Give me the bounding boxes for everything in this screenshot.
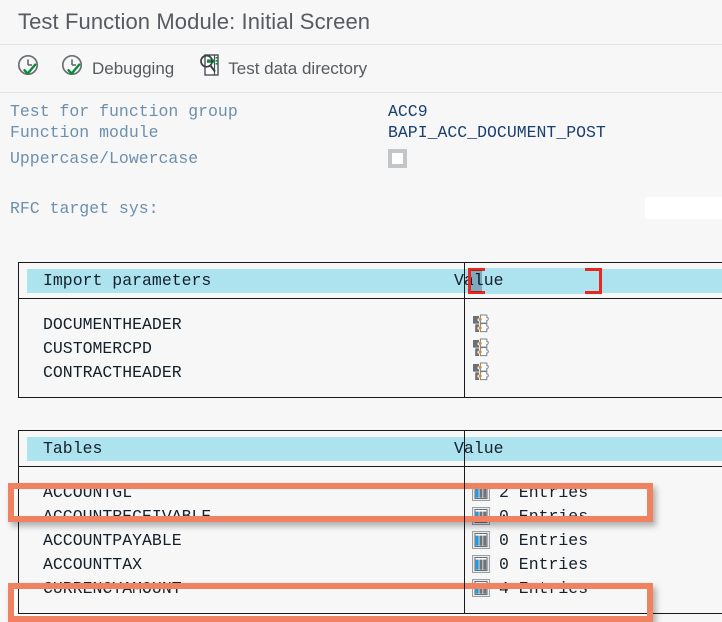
tables-header-name: Tables: [27, 436, 446, 461]
uppercase-lowercase-checkbox[interactable]: [388, 148, 407, 168]
execute-debug-icon: [60, 53, 86, 84]
table-value[interactable]: 0 Entries: [464, 555, 722, 574]
table-row[interactable]: ACCOUNTPAYABLE 0 Entries: [19, 528, 722, 552]
structure-puzzle-icon: [473, 338, 489, 357]
parameter-name: CONTRACTHEADER: [43, 362, 182, 382]
column-divider: [464, 263, 465, 298]
debugging-label: Debugging: [92, 58, 175, 78]
parameter-value[interactable]: [464, 338, 722, 358]
page-title: Test Function Module: Initial Screen: [18, 9, 371, 34]
structure-puzzle-icon: [473, 362, 489, 381]
debugging-button[interactable]: Debugging: [60, 45, 174, 92]
import-parameters-table: Import parameters Value DOCUMENTHEADER: [18, 262, 722, 398]
execute-button[interactable]: [16, 45, 48, 92]
execute-icon: [16, 53, 42, 84]
form-row-rfc-target: RFC target sys:: [10, 193, 722, 223]
function-group-label: Test for function group: [10, 102, 238, 121]
table-row[interactable]: CONTRACTHEADER: [19, 360, 722, 384]
form-spacer: [10, 173, 722, 193]
test-data-directory-button[interactable]: Test data directory: [196, 45, 367, 92]
table-value[interactable]: 4 Entries: [464, 579, 722, 598]
table-name: CURRENCYAMOUNT: [43, 578, 182, 598]
form-row-uppercase-lowercase: Uppercase/Lowercase: [10, 143, 722, 173]
test-data-directory-label: Test data directory: [228, 58, 368, 78]
function-module-value[interactable]: BAPI_ACC_DOCUMENT_POST: [388, 123, 606, 142]
column-divider: [464, 431, 465, 466]
table-row[interactable]: ACCOUNTRECEIVABLE 0 Entries: [19, 504, 722, 528]
import-parameters-header-name: Import parameters: [27, 268, 446, 293]
window-title-bar: Test Function Module: Initial Screen: [0, 0, 722, 45]
table-grid-icon: [472, 507, 490, 525]
import-parameters-header-row: Import parameters Value: [19, 263, 722, 299]
table-value-text: 2 Entries: [499, 482, 589, 502]
tables-header-row: Tables Value: [19, 431, 722, 467]
test-data-directory-icon: [196, 52, 222, 85]
parameter-value[interactable]: [464, 362, 722, 382]
function-group-value[interactable]: ACC9: [388, 102, 428, 121]
form-row-function-module: Function module BAPI_ACC_DOCUMENT_POST: [10, 122, 722, 143]
structure-puzzle-icon: [473, 314, 489, 333]
function-module-label: Function module: [10, 123, 159, 142]
import-parameters-body: DOCUMENTHEADER CUSTOMERCPD CONTRACTHEADE…: [19, 299, 722, 397]
table-grid-icon: [472, 531, 490, 549]
table-row[interactable]: CUSTOMERCPD: [19, 336, 722, 360]
column-divider: [464, 467, 465, 613]
function-module-form: Test for function group ACC9 Function mo…: [0, 93, 722, 223]
table-row[interactable]: ACCOUNTGL 2 Entries: [19, 480, 722, 504]
parameter-value[interactable]: [464, 314, 722, 334]
table-value-text: 0 Entries: [499, 506, 589, 526]
parameter-name: DOCUMENTHEADER: [43, 314, 182, 334]
table-name: ACCOUNTTAX: [43, 554, 143, 574]
table-name: ACCOUNTGL: [43, 482, 133, 502]
toolbar: Debugging Test data directory: [0, 45, 722, 93]
rfc-target-label: RFC target sys:: [10, 198, 159, 218]
tables-header-value: Value: [446, 436, 722, 461]
parameter-name: CUSTOMERCPD: [43, 338, 152, 358]
table-value-text: 0 Entries: [499, 554, 589, 574]
table-row[interactable]: CURRENCYAMOUNT 4 Entries: [19, 576, 722, 600]
table-value[interactable]: 2 Entries: [464, 483, 722, 502]
table-value[interactable]: 0 Entries: [464, 507, 722, 526]
table-grid-icon: [472, 555, 490, 573]
tables-body: ACCOUNTGL 2 Entries ACCOUNTRECEIVABLE 0 …: [19, 467, 722, 613]
table-row[interactable]: ACCOUNTTAX 0 Entries: [19, 552, 722, 576]
table-grid-icon: [472, 483, 490, 501]
table-value[interactable]: 0 Entries: [464, 531, 722, 550]
table-name: ACCOUNTPAYABLE: [43, 530, 182, 550]
value-text-cursor: [471, 270, 482, 292]
rfc-target-input[interactable]: [644, 197, 722, 219]
tables-table: Tables Value ACCOUNTGL 2 Entries ACCOUNT…: [18, 430, 722, 614]
import-parameters-header-value: Value: [446, 268, 722, 293]
table-value-text: 4 Entries: [499, 578, 589, 598]
rfc-target-field-wrap: [257, 197, 722, 219]
column-divider: [464, 299, 465, 397]
table-value-text: 0 Entries: [499, 530, 589, 550]
table-grid-icon: [472, 579, 490, 597]
uppercase-lowercase-label: Uppercase/Lowercase: [10, 148, 199, 168]
table-name: ACCOUNTRECEIVABLE: [43, 506, 212, 526]
form-row-function-group: Test for function group ACC9: [10, 101, 722, 122]
table-row[interactable]: DOCUMENTHEADER: [19, 312, 722, 336]
